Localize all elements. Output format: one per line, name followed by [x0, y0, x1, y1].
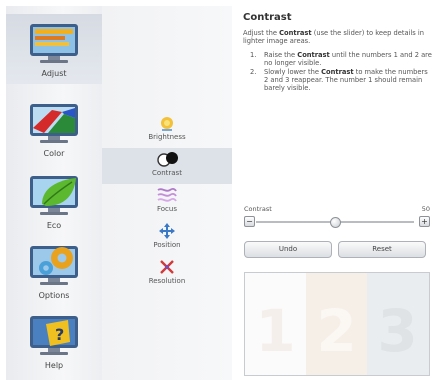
preview-number-3: 3 — [377, 297, 418, 365]
adjust-icon — [30, 24, 78, 63]
reset-button[interactable]: Reset — [338, 241, 426, 258]
contrast-slider-handle[interactable] — [330, 217, 341, 228]
step-number: 2. — [250, 67, 257, 76]
help-icon: ? — [30, 316, 78, 355]
subitem-brightness[interactable]: Brightness — [102, 112, 232, 148]
decrease-button[interactable]: − — [244, 216, 255, 227]
category-sidebar: Adjust Color Eco Options ? Help — [6, 6, 102, 380]
eco-icon — [30, 176, 78, 215]
step-text: Slowly lower the — [264, 67, 322, 76]
gear-icon — [30, 246, 78, 285]
panel-description: Adjust the Contrast (use the slider) to … — [243, 29, 432, 46]
subitem-position[interactable]: Position — [102, 220, 232, 256]
resolution-icon — [160, 260, 174, 274]
preview-cell-3: 3 — [367, 273, 429, 375]
step-bold-text: Contrast — [297, 50, 330, 59]
move-arrows-icon — [159, 223, 175, 239]
category-label: Help — [44, 361, 64, 370]
contrast-slider-track[interactable] — [256, 217, 414, 228]
step-1: 1. Raise the Contrast until the numbers … — [240, 51, 432, 68]
preview-number-2: 2 — [316, 297, 357, 365]
monitor-settings-window: Adjust Color Eco Options ? Help Brightne… — [0, 0, 438, 380]
subitem-focus[interactable]: Focus — [102, 184, 232, 220]
category-label: Color — [43, 149, 65, 158]
category-adjust[interactable]: Adjust — [6, 14, 102, 84]
category-label: Options — [38, 291, 70, 300]
preview-number-1: 1 — [255, 297, 296, 365]
subitem-list: Brightness Contrast Focus Position Resol… — [102, 6, 232, 380]
category-help[interactable]: ? Help — [6, 306, 102, 376]
desc-bold-text: Contrast — [279, 29, 312, 37]
increase-button[interactable]: + — [419, 216, 430, 227]
slider-value: 50 — [421, 205, 430, 213]
subitem-label: Contrast — [152, 169, 182, 177]
subitem-resolution[interactable]: Resolution — [102, 256, 232, 292]
category-color[interactable]: Color — [6, 94, 102, 164]
focus-icon — [157, 187, 177, 202]
step-bold-text: Contrast — [321, 67, 354, 76]
page-title: Contrast — [243, 12, 292, 23]
contrast-icon — [157, 152, 178, 167]
subitem-label: Position — [153, 241, 181, 249]
category-eco[interactable]: Eco — [6, 166, 102, 236]
svg-text:?: ? — [55, 325, 64, 344]
step-2: 2. Slowly lower the Contrast to make the… — [240, 68, 432, 93]
contrast-panel: Contrast Adjust the Contrast (use the sl… — [240, 8, 432, 376]
subitem-label: Brightness — [148, 133, 186, 141]
category-label: Eco — [46, 221, 62, 230]
step-number: 1. — [250, 50, 257, 59]
preview-cell-1: 1 — [245, 273, 306, 375]
subitem-label: Resolution — [148, 277, 186, 285]
contrast-preview: 1 2 3 — [244, 272, 430, 376]
step-text: Raise the — [264, 50, 298, 59]
category-options[interactable]: Options — [6, 236, 102, 306]
color-icon — [30, 104, 78, 143]
subitem-contrast[interactable]: Contrast — [102, 148, 232, 184]
desc-text: Adjust the — [243, 29, 280, 37]
subitem-label: Focus — [157, 205, 177, 213]
undo-button[interactable]: Undo — [244, 241, 332, 258]
slider-label: Contrast — [244, 205, 272, 213]
category-label: Adjust — [41, 69, 67, 78]
instruction-steps: 1. Raise the Contrast until the numbers … — [240, 51, 432, 93]
brightness-icon — [161, 117, 173, 131]
preview-cell-2: 2 — [306, 273, 367, 375]
